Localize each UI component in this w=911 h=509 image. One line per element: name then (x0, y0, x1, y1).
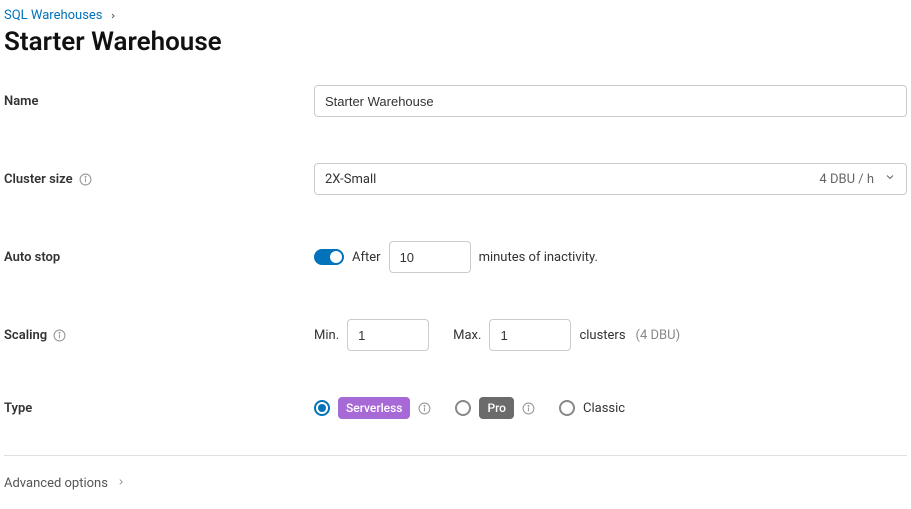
label-cluster-size-text: Cluster size (4, 172, 73, 187)
info-icon[interactable] (522, 402, 535, 415)
auto-stop-prefix: After (352, 250, 381, 265)
type-radio-group: Serverless Pro Classic (314, 397, 625, 419)
cluster-size-value: 2X-Small (325, 172, 376, 187)
info-icon[interactable] (53, 329, 66, 342)
advanced-options-toggle[interactable]: Advanced options (4, 476, 907, 491)
chevron-down-icon (884, 171, 896, 187)
name-input[interactable] (314, 85, 907, 117)
radio-item-serverless: Serverless (314, 397, 431, 419)
radio-classic[interactable] (559, 400, 575, 416)
scaling-min-label: Min. (314, 328, 339, 343)
badge-pro: Pro (479, 397, 514, 419)
cluster-size-cost: 4 DBU / h (819, 172, 874, 187)
scaling-min-input[interactable] (347, 319, 429, 351)
cluster-size-select[interactable]: 2X-Small 4 DBU / h (314, 163, 907, 195)
scaling-clusters-label: clusters (579, 328, 625, 343)
label-cluster-size: Cluster size (4, 172, 314, 187)
radio-item-classic: Classic (559, 400, 625, 416)
auto-stop-suffix: minutes of inactivity. (479, 250, 598, 265)
page-title: Starter Warehouse (4, 27, 907, 57)
badge-serverless: Serverless (338, 397, 410, 419)
label-scaling-text: Scaling (4, 328, 47, 343)
label-scaling: Scaling (4, 328, 314, 343)
scaling-note: (4 DBU) (636, 328, 681, 343)
auto-stop-minutes-input[interactable] (389, 241, 471, 273)
scaling-max-input[interactable] (489, 319, 571, 351)
label-classic: Classic (583, 401, 625, 416)
row-name: Name (4, 85, 907, 117)
auto-stop-toggle[interactable] (314, 249, 344, 265)
breadcrumb-parent-link[interactable]: SQL Warehouses (4, 8, 103, 23)
chevron-right-icon (109, 9, 117, 23)
label-auto-stop: Auto stop (4, 250, 314, 265)
advanced-options-label: Advanced options (4, 476, 108, 491)
label-name: Name (4, 94, 314, 109)
row-type: Type Serverless Pro Classic (4, 397, 907, 419)
radio-serverless[interactable] (314, 400, 330, 416)
row-cluster-size: Cluster size 2X-Small 4 DBU / h (4, 163, 907, 195)
row-auto-stop: Auto stop After minutes of inactivity. (4, 241, 907, 273)
label-type: Type (4, 401, 314, 416)
radio-pro[interactable] (455, 400, 471, 416)
info-icon[interactable] (418, 402, 431, 415)
radio-item-pro: Pro (455, 397, 535, 419)
divider (4, 455, 907, 456)
breadcrumb: SQL Warehouses (4, 8, 907, 23)
scaling-max-label: Max. (453, 328, 481, 343)
info-icon[interactable] (79, 173, 92, 186)
row-scaling: Scaling Min. Max. clusters (4 DBU) (4, 319, 907, 351)
chevron-right-icon (116, 476, 126, 491)
